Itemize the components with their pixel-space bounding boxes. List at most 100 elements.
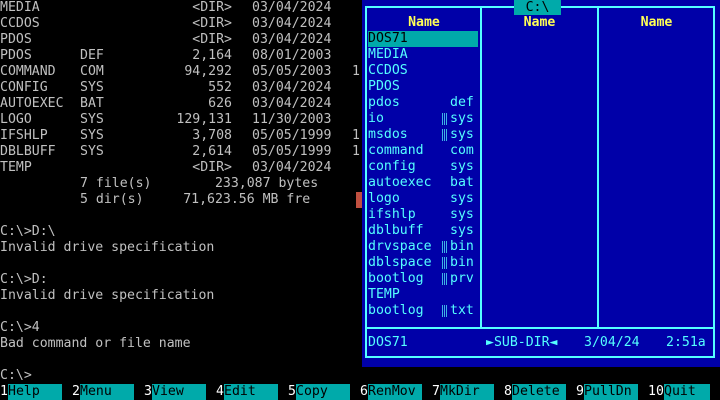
listing-size: 94,292 — [184, 64, 232, 79]
file-name: config — [368, 159, 416, 174]
listing-ext: BAT — [80, 96, 104, 111]
directory-entry[interactable]: CCDOS — [368, 63, 480, 79]
fkey-label: Help — [8, 384, 62, 400]
file-name: PDOS — [368, 79, 400, 94]
fkey-menu[interactable]: 2 Menu — [72, 384, 144, 400]
listing-date: 05/05/2003 — [252, 64, 332, 79]
file-entry[interactable]: dblspace bin — [368, 255, 480, 271]
file-ext: sys — [450, 111, 474, 126]
file-entry[interactable]: msdos sys — [368, 127, 480, 143]
file-name: CCDOS — [368, 63, 408, 78]
fkey-delete[interactable]: 8 Delete — [504, 384, 576, 400]
listing-date: 05/05/1999 — [252, 144, 332, 159]
directory-entry[interactable]: PDOS — [368, 79, 480, 95]
fkey-number: 6 — [360, 384, 368, 400]
fkey-label: View — [152, 384, 206, 400]
fkey-label: RenMov — [368, 384, 422, 400]
file-entry[interactable]: dblbuff sys — [368, 223, 480, 239]
file-entry[interactable]: pdos def — [368, 95, 480, 111]
listing-date: 03/04/2024 — [252, 160, 332, 175]
fkey-number: 7 — [432, 384, 440, 400]
hidden-attr-marker — [442, 257, 448, 269]
fkey-number: 5 — [288, 384, 296, 400]
listing-size: 552 — [208, 80, 232, 95]
file-name: dblspace — [368, 255, 432, 270]
fkey-mkdir[interactable]: 7 MkDir — [432, 384, 504, 400]
listing-date: 03/04/2024 — [252, 80, 332, 95]
hidden-attr-marker — [442, 241, 448, 253]
fkey-help[interactable]: 1 Help — [0, 384, 72, 400]
console-line: Bad command or file name — [0, 336, 191, 351]
listing-date: 11/30/2003 — [252, 112, 332, 127]
listing-ext: COM — [80, 64, 104, 79]
console-line: C:\>D: — [0, 272, 48, 287]
file-entry-selected[interactable]: DOS71 — [368, 31, 478, 47]
fkey-view[interactable]: 3 View — [144, 384, 216, 400]
listing-ext: DEF — [80, 48, 104, 63]
file-name: msdos — [368, 127, 408, 142]
file-name: logo — [368, 191, 400, 206]
file-entry[interactable]: bootlog prv — [368, 271, 480, 287]
file-name: DOS71 — [368, 31, 408, 46]
file-name: command — [368, 143, 424, 158]
file-entry[interactable]: command com — [368, 143, 480, 159]
fkey-number: 10 — [648, 384, 664, 400]
listing-name: COMMAND — [0, 64, 56, 79]
function-key-bar: 1 Help 2 Menu 3 View 4 Edit 5 Copy 6 RenMov 7 MkDir 8 D… — [0, 384, 720, 400]
hidden-attr-marker — [442, 273, 448, 285]
file-entry[interactable]: io sys — [368, 111, 480, 127]
hidden-attr-marker — [442, 305, 448, 317]
summary-dirs: 5 dir(s) 71,623.56 MB fre — [80, 192, 311, 207]
file-entry[interactable]: logo sys — [368, 191, 480, 207]
listing-time: 1 — [352, 64, 360, 79]
file-entry[interactable]: bootlog txt — [368, 303, 480, 319]
console-line: C:\>4 — [0, 320, 40, 335]
fkey-edit[interactable]: 4 Edit — [216, 384, 288, 400]
listing-size: 129,131 — [176, 112, 232, 127]
file-ext: bin — [450, 255, 474, 270]
fkey-label: Menu — [80, 384, 134, 400]
listing-size: <DIR> — [192, 0, 232, 15]
file-ext: sys — [450, 127, 474, 142]
fkey-quit[interactable]: 10 Quit — [648, 384, 720, 400]
listing-size: 2,164 — [192, 48, 232, 63]
directory-entry[interactable]: TEMP — [368, 287, 480, 303]
listing-size: <DIR> — [192, 16, 232, 31]
listing-date: 03/04/2024 — [252, 96, 332, 111]
file-entry[interactable]: drvspace bin — [368, 239, 480, 255]
fkey-label: Edit — [224, 384, 278, 400]
file-entry[interactable]: ifshlp sys — [368, 207, 480, 223]
fkey-label: PullDn — [584, 384, 638, 400]
file-name: MEDIA — [368, 47, 408, 62]
listing-date: 05/05/1999 — [252, 128, 332, 143]
summary-files: 7 file(s) 233,087 bytes — [80, 176, 319, 191]
file-name: autoexec — [368, 175, 432, 190]
file-entry[interactable]: config sys — [368, 159, 480, 175]
listing-size: 626 — [208, 96, 232, 111]
dos-console[interactable]: MEDIA <DIR> 03/04/2024 CCDOS <DIR> 03/04/2024… — [0, 0, 362, 384]
file-name: ifshlp — [368, 207, 416, 222]
file-name: io — [368, 111, 384, 126]
listing-time: 1 — [352, 144, 360, 159]
fkey-number: 9 — [576, 384, 584, 400]
file-name: dblbuff — [368, 223, 424, 238]
fkey-number: 1 — [0, 384, 8, 400]
fkey-renmov[interactable]: 6 RenMov — [360, 384, 432, 400]
column-divider — [597, 6, 599, 329]
panel-path-title: C:\ — [514, 0, 561, 15]
file-entry[interactable]: autoexec bat — [368, 175, 480, 191]
fkey-pulldn[interactable]: 9 PullDn — [576, 384, 648, 400]
status-separator — [365, 327, 715, 329]
fkey-copy[interactable]: 5 Copy — [288, 384, 360, 400]
fkey-number: 4 — [216, 384, 224, 400]
listing-ext: SYS — [80, 128, 104, 143]
file-ext: sys — [450, 223, 474, 238]
directory-entry[interactable]: MEDIA — [368, 47, 480, 63]
fkey-label: Quit — [664, 384, 710, 400]
file-ext: com — [450, 143, 474, 158]
file-panel[interactable]: C:\ Name Name Name DOS71 MEDIA CCDOS PDOS pd… — [362, 0, 720, 367]
file-list[interactable]: DOS71 MEDIA CCDOS PDOS pdos def io sys msdos sys c… — [368, 31, 480, 319]
listing-size: <DIR> — [192, 160, 232, 175]
fkey-label: Delete — [512, 384, 566, 400]
fkey-label: Copy — [296, 384, 350, 400]
